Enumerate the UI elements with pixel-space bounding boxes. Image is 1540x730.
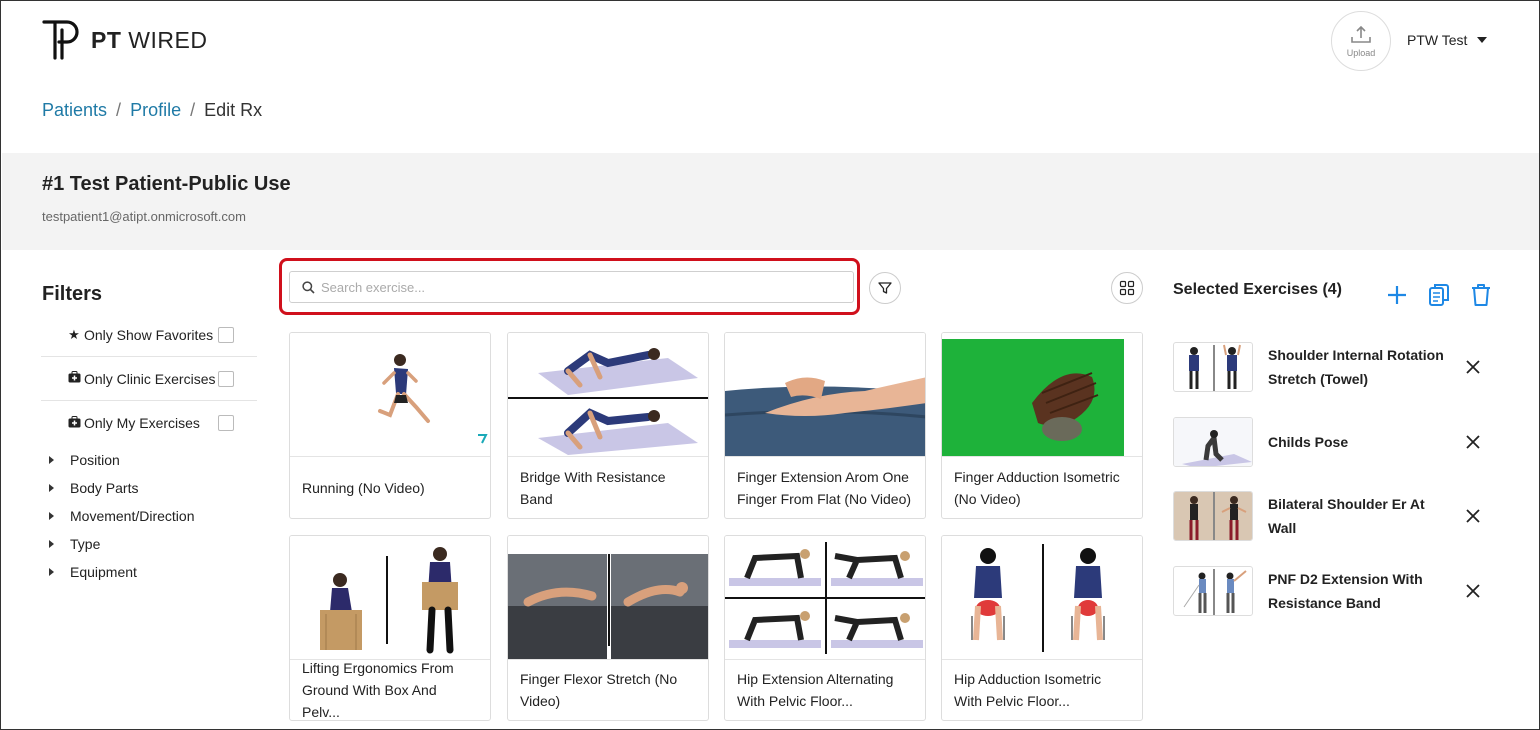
- selected-exercise-item[interactable]: PNF D2 Extension With Resistance Band: [1173, 566, 1493, 616]
- add-icon[interactable]: [1384, 282, 1410, 308]
- exercise-card[interactable]: Lifting Ergonomics From Ground With Box …: [289, 535, 491, 721]
- exercise-thumbnail: [725, 536, 925, 660]
- category-label: Movement/Direction: [70, 508, 195, 524]
- filter-label: Only Clinic Exercises: [84, 370, 216, 387]
- filter-category-body-parts[interactable]: Body Parts: [49, 480, 138, 496]
- remove-x-icon[interactable]: [1464, 507, 1482, 525]
- selected-exercise-thumbnail: [1173, 342, 1253, 392]
- grid-icon: [1119, 280, 1135, 296]
- category-label: Position: [70, 452, 120, 468]
- pt-wired-logo[interactable]: PT WIRED: [41, 18, 207, 62]
- exercise-title: Finger Extension Arom One Finger From Fl…: [737, 468, 912, 507]
- search-field[interactable]: [289, 271, 854, 303]
- medkit-icon: [65, 415, 83, 431]
- exercise-title: Hip Adduction Isometric With Pelvic Floo…: [954, 671, 1102, 709]
- category-label: Type: [70, 536, 101, 552]
- exercise-title: Finger Flexor Stretch (No Video): [520, 671, 678, 709]
- expand-arrow-icon: [49, 568, 54, 576]
- patient-name: #1 Test Patient-Public Use: [42, 173, 291, 195]
- filter-button[interactable]: [869, 272, 901, 304]
- exercise-thumbnail: [508, 536, 708, 660]
- upload-icon: [1351, 25, 1371, 43]
- breadcrumb: Patients / Profile / Edit Rx: [42, 100, 262, 121]
- exercise-card[interactable]: Hip Adduction Isometric With Pelvic Floo…: [941, 535, 1143, 721]
- filter-category-type[interactable]: Type: [49, 536, 100, 552]
- user-name: PTW Test: [1407, 32, 1468, 48]
- exercise-card[interactable]: Bridge With Resistance Band: [507, 332, 709, 519]
- exercise-title: Hip Extension Alternating With Pelvic Fl…: [737, 671, 894, 709]
- selected-exercise-item[interactable]: Childs Pose: [1173, 417, 1493, 467]
- exercise-thumbnail: [725, 333, 925, 457]
- grid-view-button[interactable]: [1111, 272, 1143, 304]
- user-menu[interactable]: PTW Test: [1407, 32, 1488, 48]
- selected-exercise-item[interactable]: Shoulder Internal Rotation Stretch (Towe…: [1173, 342, 1493, 392]
- exercise-card[interactable]: Finger Adduction Isometric (No Video): [941, 332, 1143, 519]
- exercise-title: Bridge With Resistance Band: [520, 468, 666, 507]
- breadcrumb-separator: /: [190, 100, 196, 120]
- filter-category-movement[interactable]: Movement/Direction: [49, 508, 195, 524]
- exercise-thumbnail: [290, 333, 490, 457]
- patient-header: #1 Test Patient-Public Use testpatient1@…: [2, 153, 1539, 250]
- breadcrumb-current: Edit Rx: [204, 100, 263, 120]
- exercise-title: Finger Adduction Isometric (No Video): [954, 468, 1120, 507]
- expand-arrow-icon: [49, 484, 54, 492]
- expand-arrow-icon: [49, 456, 54, 464]
- logo-mark-icon: [42, 20, 79, 60]
- remove-x-icon[interactable]: [1464, 358, 1482, 376]
- expand-arrow-icon: [49, 540, 54, 548]
- filters-title: Filters: [42, 283, 103, 305]
- selected-exercise-name: PNF D2 Extension With Resistance Band: [1268, 571, 1423, 611]
- exercise-card[interactable]: Finger Flexor Stretch (No Video): [507, 535, 709, 721]
- breadcrumb-profile[interactable]: Profile: [130, 100, 181, 121]
- selected-exercise-item[interactable]: Bilateral Shoulder Er At Wall: [1173, 491, 1493, 541]
- search-icon: [302, 280, 315, 294]
- favorites-checkbox[interactable]: [218, 326, 234, 343]
- copy-icon[interactable]: [1426, 282, 1452, 308]
- upload-button[interactable]: Upload: [1331, 11, 1391, 71]
- filter-label: Only Show Favorites: [84, 326, 214, 343]
- logo-text: PT WIRED: [91, 26, 208, 53]
- selected-exercises-title: Selected Exercises (4): [1173, 281, 1342, 298]
- filter-label: Only My Exercises: [84, 415, 200, 431]
- filter-category-equipment[interactable]: Equipment: [49, 564, 137, 580]
- exercise-thumbnail: [290, 536, 490, 660]
- exercise-title: Lifting Ergonomics From Ground With Box …: [302, 660, 454, 720]
- exercise-card[interactable]: Hip Extension Alternating With Pelvic Fl…: [724, 535, 926, 721]
- funnel-icon: [878, 282, 892, 294]
- remove-x-icon[interactable]: [1464, 433, 1482, 451]
- filter-only-mine: Only My Exercises: [41, 401, 257, 445]
- trash-icon[interactable]: [1468, 282, 1494, 308]
- my-exercises-checkbox[interactable]: [218, 415, 234, 431]
- medkit-icon: [65, 371, 83, 386]
- breadcrumb-patients[interactable]: Patients: [42, 100, 107, 121]
- category-label: Equipment: [70, 564, 137, 580]
- selected-exercise-thumbnail: [1173, 566, 1253, 616]
- caret-down-icon: [1477, 37, 1488, 43]
- breadcrumb-separator: /: [116, 100, 122, 120]
- remove-x-icon[interactable]: [1464, 582, 1482, 600]
- selected-exercise-name: Shoulder Internal Rotation Stretch (Towe…: [1268, 347, 1444, 387]
- exercise-card[interactable]: Finger Extension Arom One Finger From Fl…: [724, 332, 926, 519]
- clinic-checkbox[interactable]: [218, 370, 234, 387]
- filter-only-favorites: ★ Only Show Favorites: [41, 313, 257, 357]
- filter-category-position[interactable]: Position: [49, 452, 120, 468]
- selected-exercise-thumbnail: [1173, 491, 1253, 541]
- exercise-card[interactable]: Running (No Video): [289, 332, 491, 519]
- search-input[interactable]: [321, 279, 821, 295]
- selected-exercise-thumbnail: [1173, 417, 1253, 467]
- app-window: PT WIRED Upload PTW Test Patients / Prof…: [0, 0, 1540, 730]
- star-icon: ★: [68, 326, 80, 342]
- selected-exercise-name: Childs Pose: [1268, 434, 1349, 450]
- category-label: Body Parts: [70, 480, 139, 496]
- exercise-title: Running (No Video): [302, 479, 425, 496]
- filter-only-clinic: Only Clinic Exercises: [41, 357, 257, 401]
- upload-label: Upload: [1346, 47, 1376, 58]
- exercise-thumbnail: [508, 333, 708, 457]
- expand-arrow-icon: [49, 512, 54, 520]
- selected-exercise-name: Bilateral Shoulder Er At Wall: [1268, 496, 1425, 536]
- exercise-thumbnail: [942, 333, 1142, 457]
- patient-email: testpatient1@atipt.onmicrosoft.com: [42, 209, 246, 224]
- exercise-thumbnail: [942, 536, 1142, 660]
